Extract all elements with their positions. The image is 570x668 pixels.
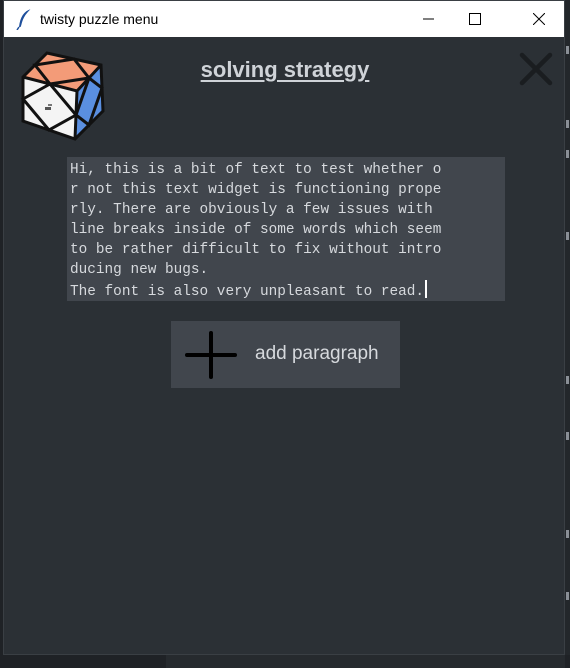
text-cursor (425, 280, 428, 298)
close-icon (533, 13, 545, 25)
editor-line: ducing new bugs. (70, 262, 209, 278)
main-content: solving strategy Hi, this is a bit of te… (4, 37, 564, 654)
close-window-button[interactable] (516, 1, 562, 37)
window-title: twisty puzzle menu (40, 11, 159, 27)
editor-line: r not this text widget is functioning pr… (70, 182, 442, 198)
screen: twisty puzzle menu solving strategy Hi, … (0, 0, 570, 668)
paragraph-text-editor[interactable]: Hi, this is a bit of text to test whethe… (67, 157, 505, 301)
background-window-edge (565, 0, 570, 668)
close-panel-button[interactable] (518, 51, 554, 87)
minimize-button[interactable] (406, 1, 452, 37)
editor-line: Hi, this is a bit of text to test whethe… (70, 162, 442, 178)
background-window-bottom (0, 655, 570, 668)
editor-line: The font is also very unpleasant to read… (70, 284, 425, 300)
maximize-icon (469, 13, 481, 25)
plus-icon (185, 331, 237, 379)
editor-line: rly. There are obviously a few issues wi… (70, 202, 442, 218)
add-paragraph-label: add paragraph (255, 343, 379, 364)
title-bar[interactable]: twisty puzzle menu (4, 1, 564, 37)
feather-icon (16, 8, 34, 31)
minimize-icon (423, 18, 434, 20)
add-paragraph-button[interactable]: add paragraph (171, 321, 400, 388)
editor-line: to be rather difficult to fix without in… (70, 242, 442, 258)
editor-line: line breaks inside of some words which s… (70, 222, 442, 238)
page-title: solving strategy (200, 57, 370, 82)
app-window: twisty puzzle menu solving strategy Hi, … (3, 0, 565, 655)
maximize-button[interactable] (452, 1, 498, 37)
x-close-icon (519, 52, 553, 86)
